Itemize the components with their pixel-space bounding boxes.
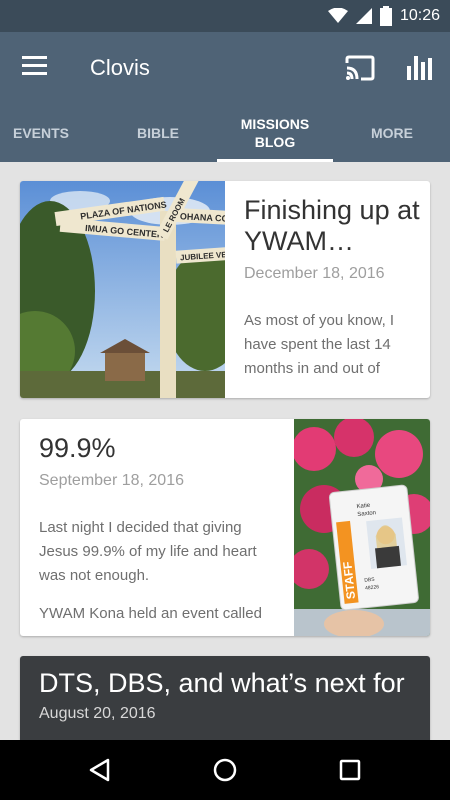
signal-icon [355, 8, 372, 24]
blog-post-card[interactable]: PLAZA OF NATIONS IMUA GO CENTER OHANA CO… [20, 181, 430, 398]
recents-button[interactable] [334, 754, 366, 786]
status-icons: 10:26 [327, 0, 440, 32]
menu-button[interactable] [22, 56, 48, 78]
tab-more[interactable]: MORE [336, 104, 448, 162]
post-date: August 20, 2016 [39, 705, 156, 722]
app-bar: Clovis EVENTS BIBLE MISSIONS BLOG MORE [0, 32, 450, 162]
system-nav-bar [0, 740, 450, 800]
status-bar: 10:26 [0, 0, 450, 32]
tab-bar: EVENTS BIBLE MISSIONS BLOG MORE [0, 104, 450, 162]
back-button[interactable] [84, 754, 116, 786]
post-title: 99.9% [39, 433, 116, 463]
badge-code-1: DBS [364, 577, 376, 584]
app-title: Clovis [90, 55, 150, 80]
recents-icon [339, 759, 361, 781]
tab-missions-blog[interactable]: MISSIONS BLOG [217, 104, 333, 162]
post-date: September 18, 2016 [39, 472, 184, 489]
post-image-signpost: PLAZA OF NATIONS IMUA GO CENTER OHANA CO… [20, 181, 225, 398]
post-excerpt: As most of you know, I have spent the la… [244, 312, 395, 377]
post-text: 99.9% September 18, 2016 Last night I de… [39, 433, 279, 636]
tab-events[interactable]: EVENTS [0, 104, 82, 162]
blog-post-card[interactable]: 99.9% September 18, 2016 Last night I de… [20, 419, 430, 636]
post-excerpt-more: YWAM Kona held an event called [39, 605, 262, 622]
cast-icon [345, 55, 375, 81]
menu-icon [22, 56, 47, 59]
battery-icon [379, 6, 392, 26]
menu-icon-bar [22, 64, 47, 67]
post-title: DTS, DBS, and what’s next for [39, 668, 405, 698]
stats-button[interactable] [405, 52, 435, 82]
post-excerpt: Last night I decided that giving Jesus 9… [39, 519, 257, 584]
post-date: December 18, 2016 [244, 265, 385, 282]
back-icon [89, 758, 110, 782]
blog-post-card[interactable]: DTS, DBS, and what’s next for August 20,… [20, 656, 430, 740]
blog-feed[interactable]: PLAZA OF NATIONS IMUA GO CENTER OHANA CO… [0, 162, 450, 740]
wifi-icon [327, 8, 348, 23]
menu-icon-bar [22, 72, 47, 75]
cast-button[interactable] [344, 54, 376, 82]
post-image-staff-badge: STAFF Katie Saxton DBS 48226 [294, 419, 430, 636]
post-title: Finishing up at YWAM… [244, 195, 420, 256]
home-button[interactable] [209, 754, 241, 786]
post-text: Finishing up at YWAM… December 18, 2016 … [244, 195, 420, 390]
home-icon [213, 758, 237, 782]
toolbar: Clovis [0, 32, 450, 104]
status-time: 10:26 [399, 7, 440, 24]
tab-bible[interactable]: BIBLE [102, 104, 214, 162]
bar-chart-icon [407, 56, 432, 80]
